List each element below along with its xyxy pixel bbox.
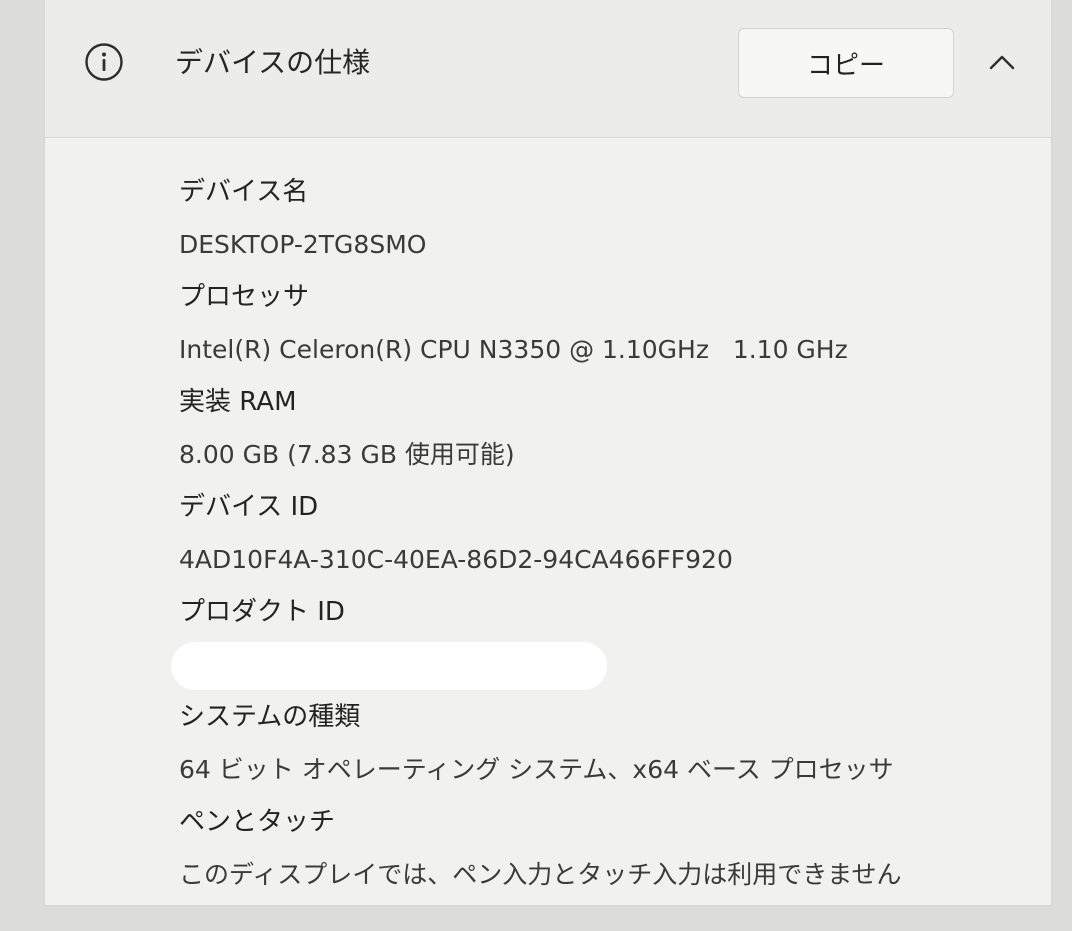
spec-pen-touch: ペンとタッチ このディスプレイでは、ペン入力とタッチ入力は利用できません bbox=[179, 796, 1039, 901]
spec-product-id: プロダクト ID bbox=[171, 586, 1039, 691]
spec-value[interactable]: Intel(R) Celeron(R) CPU N3350 @ 1.10GHz … bbox=[179, 323, 1039, 376]
redacted-value bbox=[171, 638, 1039, 691]
spec-value[interactable]: このディスプレイでは、ペン入力とタッチ入力は利用できません bbox=[179, 848, 1039, 901]
redaction-mark bbox=[171, 642, 607, 690]
spec-value[interactable]: DESKTOP-2TG8SMO bbox=[179, 218, 1039, 271]
spec-label: ペンとタッチ bbox=[179, 807, 336, 837]
spec-label: システムの種類 bbox=[179, 702, 361, 732]
spec-label: 実装 RAM bbox=[179, 387, 297, 417]
spec-label: デバイス ID bbox=[179, 492, 319, 522]
copy-button[interactable]: コピー bbox=[738, 28, 954, 98]
spec-value[interactable]: 4AD10F4A-310C-40EA-86D2-94CA466FF920 bbox=[179, 533, 1039, 586]
spec-label: プロダクト ID bbox=[179, 597, 345, 627]
spec-value[interactable]: 8.00 GB (7.83 GB 使用可能) bbox=[179, 428, 1039, 481]
section-title: デバイスの仕様 bbox=[175, 46, 371, 79]
info-icon bbox=[84, 42, 124, 82]
spec-value[interactable]: 64 ビット オペレーティング システム、x64 ベース プロセッサ bbox=[179, 743, 1039, 796]
spec-processor: プロセッサ Intel(R) Celeron(R) CPU N3350 @ 1.… bbox=[179, 271, 1039, 376]
spec-label: プロセッサ bbox=[179, 282, 310, 312]
spec-device-name: デバイス名 DESKTOP-2TG8SMO bbox=[179, 166, 1039, 271]
specs-list: デバイス名 DESKTOP-2TG8SMO プロセッサ Intel(R) Cel… bbox=[171, 166, 1039, 901]
chevron-up-icon[interactable] bbox=[986, 50, 1018, 74]
spec-ram: 実装 RAM 8.00 GB (7.83 GB 使用可能) bbox=[179, 376, 1039, 481]
section-header[interactable]: デバイスの仕様 コピー bbox=[45, 0, 1051, 138]
device-specifications-panel: デバイスの仕様 コピー デバイス名 DESKTOP-2TG8SMO プロセッサ … bbox=[44, 0, 1052, 906]
spec-system-type: システムの種類 64 ビット オペレーティング システム、x64 ベース プロセ… bbox=[179, 691, 1039, 796]
spec-label: デバイス名 bbox=[179, 177, 309, 207]
spec-device-id: デバイス ID 4AD10F4A-310C-40EA-86D2-94CA466F… bbox=[179, 481, 1039, 586]
